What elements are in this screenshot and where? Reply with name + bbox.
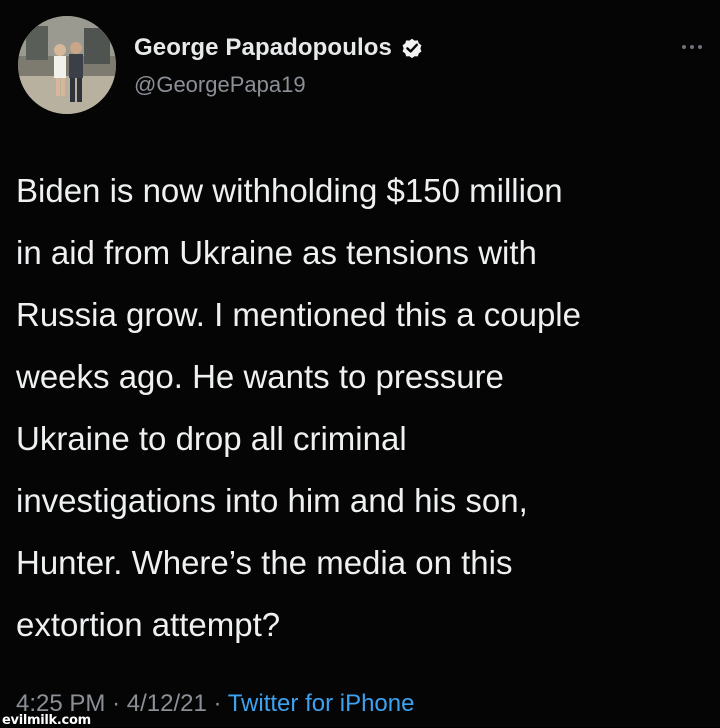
tweet-card: George Papadopoulos @GeorgePapa19 Biden …	[0, 0, 720, 728]
author-handle[interactable]: @GeorgePapa19	[134, 72, 306, 98]
author-name-row[interactable]: George Papadopoulos	[134, 34, 424, 62]
avatar-photo-icon	[18, 16, 116, 114]
meta-separator: ·	[112, 690, 121, 717]
tweet-text: Biden is now withholding $150 million in…	[16, 172, 581, 643]
dot	[698, 45, 702, 49]
site-watermark: evilmilk.com	[2, 713, 91, 728]
avatar[interactable]	[18, 16, 116, 114]
meta-separator: ·	[213, 690, 222, 717]
tweet-source-link[interactable]: Twitter for iPhone	[228, 690, 415, 717]
more-options-icon[interactable]	[682, 42, 706, 52]
dot	[690, 45, 694, 49]
author-display-name[interactable]: George Papadopoulos	[134, 34, 392, 62]
tweet-date[interactable]: 4/12/21	[127, 690, 207, 717]
verified-badge-icon	[400, 36, 424, 60]
dot	[682, 45, 686, 49]
